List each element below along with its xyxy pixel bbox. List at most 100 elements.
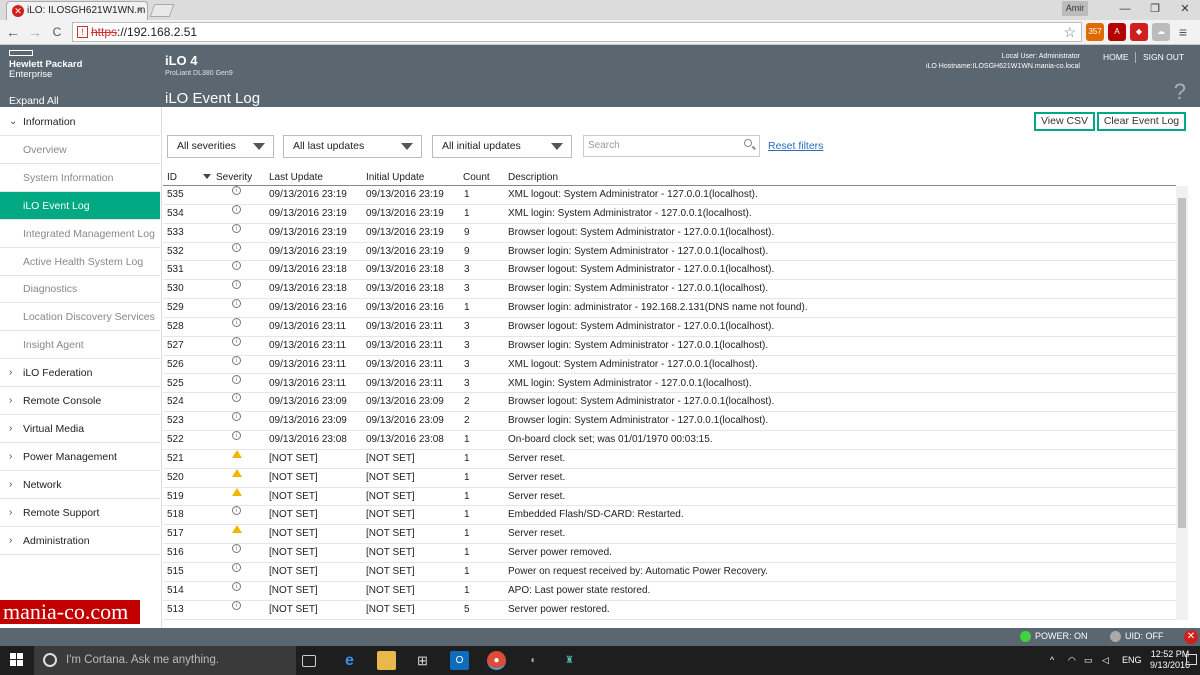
expand-all-link[interactable]: Expand All	[9, 95, 59, 107]
table-row[interactable]: 532 09/13/2016 23:19 09/13/2016 23:19 9 Brow…	[163, 242, 1176, 262]
edge-icon[interactable]: e	[340, 651, 359, 670]
clear-event-log-button[interactable]: Clear Event Log	[1097, 112, 1186, 131]
table-row[interactable]: 520 [NOT SET] [NOT SET] 1 Server reset.	[163, 468, 1176, 488]
tab-close-icon[interactable]: ×	[137, 2, 143, 19]
table-row[interactable]: 525 09/13/2016 23:11 09/13/2016 23:11 3 XML …	[163, 374, 1176, 394]
table-row[interactable]: 522 09/13/2016 23:08 09/13/2016 23:08 1 On-b…	[163, 431, 1176, 450]
profile-button[interactable]: Amir	[1062, 1, 1088, 16]
cortana-search-box[interactable]: I'm Cortana. Ask me anything.	[34, 646, 296, 675]
initial-update-filter-dropdown[interactable]: All initial updates	[432, 135, 572, 158]
sidebar-item-ilo-federation[interactable]: › iLO Federation	[0, 359, 160, 388]
search-input[interactable]: Search	[583, 135, 760, 157]
uid-status[interactable]: UID: OFF	[1125, 631, 1164, 641]
table-row[interactable]: 523 09/13/2016 23:09 09/13/2016 23:09 2 Brow…	[163, 412, 1176, 432]
severity-filter-dropdown[interactable]: All severities	[167, 135, 274, 158]
notification-icon[interactable]	[1186, 654, 1197, 665]
scrollbar-thumb[interactable]	[1178, 198, 1186, 528]
table-row[interactable]: 516 [NOT SET] [NOT SET] 1 Server power remov…	[163, 544, 1176, 563]
close-icon[interactable]: ✕	[1184, 630, 1198, 644]
warning-icon	[232, 468, 242, 477]
sidebar-item-remote-support[interactable]: › Remote Support	[0, 499, 160, 527]
network-app-icon[interactable]: ♜	[560, 651, 579, 670]
windows-start-icon[interactable]	[10, 653, 24, 667]
table-row[interactable]: 535 09/13/2016 23:19 09/13/2016 23:19 1 XML …	[163, 186, 1176, 205]
sidebar-item-insight-agent[interactable]: Insight Agent	[0, 331, 160, 360]
cell-desc: Browser login: System Administrator - 12…	[508, 245, 769, 257]
volume-icon[interactable]: ◁	[1102, 646, 1109, 675]
table-row[interactable]: 514 [NOT SET] [NOT SET] 1 APO: Last power st…	[163, 581, 1176, 601]
info-icon: i	[232, 600, 241, 610]
help-icon[interactable]: ?	[1174, 79, 1186, 105]
sidebar-item-ilo-event-log[interactable]: iLO Event Log	[0, 191, 160, 220]
sidebar-item-system-information[interactable]: System Information	[0, 164, 160, 192]
window-close-button[interactable]: ✕	[1170, 0, 1200, 18]
sidebar-item-integrated-management-log[interactable]: Integrated Management Log	[0, 220, 160, 248]
clock[interactable]: 12:52 PM 9/13/2016	[1150, 649, 1190, 671]
shield-extension-icon[interactable]: ◆	[1130, 23, 1148, 41]
table-row[interactable]: 531 09/13/2016 23:18 09/13/2016 23:18 3 Brow…	[163, 261, 1176, 281]
table-row[interactable]: 519 [NOT SET] [NOT SET] 1 Server reset.	[163, 487, 1176, 507]
table-row[interactable]: 534 09/13/2016 23:19 09/13/2016 23:19 1 XML …	[163, 204, 1176, 224]
new-tab-button[interactable]	[149, 4, 175, 17]
pdf-extension-icon[interactable]: A	[1108, 23, 1126, 41]
col-count[interactable]: Count	[463, 172, 490, 183]
table-row[interactable]: 529 09/13/2016 23:16 09/13/2016 23:16 1 Brow…	[163, 299, 1176, 318]
sidebar-item-network[interactable]: › Network	[0, 471, 160, 499]
table-row[interactable]: 533 09/13/2016 23:19 09/13/2016 23:19 9 Brow…	[163, 223, 1176, 243]
table-row[interactable]: 517 [NOT SET] [NOT SET] 1 Server reset.	[163, 525, 1176, 545]
table-row[interactable]: 527 09/13/2016 23:11 09/13/2016 23:11 3 Brow…	[163, 336, 1176, 356]
sidebar-item-information[interactable]: ⌄ Information	[0, 108, 160, 136]
app-icon[interactable]: ◐	[524, 651, 543, 670]
sidebar-item-overview[interactable]: Overview	[0, 136, 160, 164]
col-id[interactable]: ID	[167, 172, 177, 183]
store-icon[interactable]: ⊞	[413, 651, 432, 670]
file-explorer-icon[interactable]	[377, 651, 396, 670]
vertical-scrollbar[interactable]	[1176, 186, 1188, 620]
tray-overflow-icon[interactable]: ^	[1050, 646, 1054, 675]
menu-icon[interactable]: ≡	[1174, 23, 1192, 41]
battery-icon[interactable]: ▭	[1084, 646, 1093, 675]
col-severity[interactable]: Severity	[216, 172, 252, 183]
sidebar-item-location-discovery-services[interactable]: Location Discovery Services	[0, 303, 160, 332]
language-indicator[interactable]: ENG	[1122, 646, 1142, 675]
url-input[interactable]: ! https://192.168.2.51 ☆	[72, 22, 1082, 42]
col-last-update[interactable]: Last Update	[269, 172, 323, 183]
table-row[interactable]: 518 [NOT SET] [NOT SET] 1 Embedded Flash/SD-…	[163, 506, 1176, 526]
col-initial-update[interactable]: Initial Update	[366, 172, 424, 183]
table-row[interactable]: 513 [NOT SET] [NOT SET] 5 Server power resto…	[163, 600, 1176, 620]
restore-button[interactable]: ❐	[1140, 0, 1170, 18]
task-view-icon[interactable]	[302, 655, 316, 667]
sidebar-item-diagnostics[interactable]: Diagnostics	[0, 275, 160, 304]
last-update-filter-dropdown[interactable]: All last updates	[283, 135, 422, 158]
table-row[interactable]: 528 09/13/2016 23:11 09/13/2016 23:11 3 Brow…	[163, 317, 1176, 337]
table-row[interactable]: 515 [NOT SET] [NOT SET] 1 Power on request r…	[163, 563, 1176, 582]
table-row[interactable]: 524 09/13/2016 23:09 09/13/2016 23:09 2 Brow…	[163, 393, 1176, 413]
table-row[interactable]: 521 [NOT SET] [NOT SET] 1 Server reset.	[163, 449, 1176, 469]
reset-filters-link[interactable]: Reset filters	[768, 140, 823, 152]
sidebar-item-power-management[interactable]: › Power Management	[0, 443, 160, 471]
outlook-icon[interactable]: O	[450, 651, 469, 670]
table-row[interactable]: 526 09/13/2016 23:11 09/13/2016 23:11 3 XML …	[163, 355, 1176, 375]
minimize-button[interactable]: —	[1110, 0, 1140, 18]
sidebar-item-active-health-system-log[interactable]: Active Health System Log	[0, 248, 160, 276]
sidebar-item-administration[interactable]: › Administration	[0, 527, 160, 555]
bookmark-star-icon[interactable]: ☆	[1063, 23, 1076, 41]
reload-button[interactable]: C	[48, 23, 66, 41]
cloud-extension-icon[interactable]: ☁	[1152, 23, 1170, 41]
cell-last: 09/13/2016 23:16	[269, 302, 347, 314]
forward-button[interactable]: →	[26, 23, 44, 41]
table-row[interactable]: 530 09/13/2016 23:18 09/13/2016 23:18 3 Brow…	[163, 280, 1176, 300]
chrome-icon[interactable]: ●	[487, 651, 506, 670]
sort-desc-icon[interactable]	[203, 174, 211, 179]
sidebar-item-virtual-media[interactable]: › Virtual Media	[0, 415, 160, 443]
back-button[interactable]: ←	[4, 23, 22, 41]
col-description[interactable]: Description	[508, 172, 558, 183]
view-csv-button[interactable]: View CSV	[1034, 112, 1095, 131]
rss-extension-icon[interactable]: 357	[1086, 23, 1104, 41]
power-status[interactable]: POWER: ON	[1035, 631, 1088, 641]
browser-tab[interactable]: ✕ iLO: ILOSGH621W1WN.m ×	[6, 1, 148, 20]
sign-out-link[interactable]: SIGN OUT	[1143, 52, 1184, 62]
wifi-icon[interactable]: ◠	[1068, 646, 1076, 675]
home-link[interactable]: HOME	[1103, 52, 1129, 62]
sidebar-item-remote-console[interactable]: › Remote Console	[0, 387, 160, 415]
